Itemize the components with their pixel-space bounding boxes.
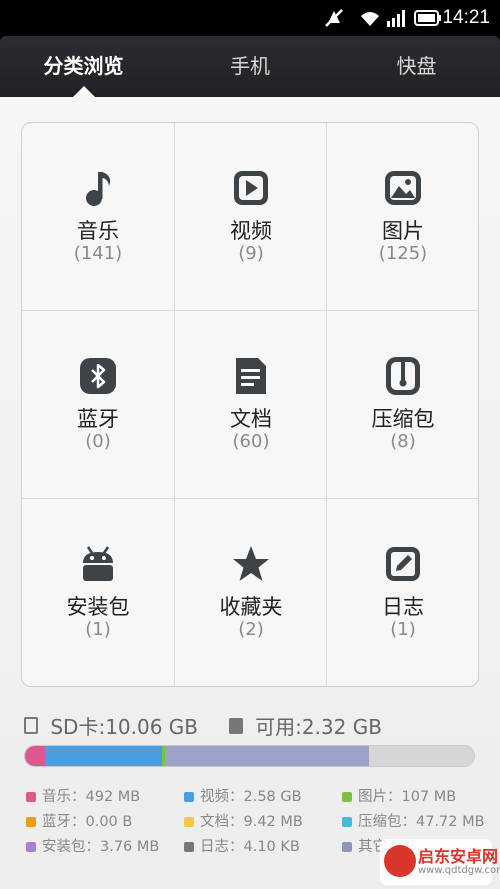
category-log[interactable]: 日志 (1)	[327, 499, 478, 686]
category-count: (125)	[378, 243, 428, 264]
storage-segment	[44, 746, 163, 766]
legend-swatch	[184, 842, 194, 852]
category-count: (1)	[390, 619, 416, 640]
picture-icon	[384, 168, 422, 208]
battery-icon	[414, 8, 442, 32]
legend-item: 文档：9.42 MB	[184, 812, 303, 832]
category-apk[interactable]: 安装包 (1)	[22, 499, 174, 686]
category-label: 图片	[382, 219, 424, 243]
watermark-title: 启东安卓网	[418, 847, 499, 866]
category-archives[interactable]: 压缩包 (8)	[327, 311, 478, 499]
mute-icon	[324, 8, 344, 32]
edit-log-icon	[384, 544, 422, 584]
legend-label: 文档：9.42 MB	[200, 814, 303, 830]
legend-swatch	[184, 792, 194, 802]
storage-summary: SD卡:10.06 GB 可用:2.32 GB	[24, 711, 382, 739]
video-play-icon	[232, 168, 270, 208]
category-pictures[interactable]: 图片 (125)	[327, 123, 478, 311]
sd-card-total: SD卡:10.06 GB	[50, 715, 199, 739]
legend-swatch	[26, 792, 36, 802]
storage-segment	[165, 746, 370, 766]
signal-icon	[386, 8, 408, 32]
legend-swatch	[342, 792, 352, 802]
legend-label: 安装包：3.76 MB	[42, 839, 160, 855]
category-music[interactable]: 音乐 (141)	[22, 123, 174, 311]
legend-label: 蓝牙：0.00 B	[42, 814, 133, 830]
storage-segment	[369, 746, 474, 766]
category-count: (8)	[390, 431, 416, 452]
category-label: 日志	[382, 595, 424, 619]
category-documents[interactable]: 文档 (60)	[175, 311, 327, 499]
wifi-icon	[358, 8, 382, 32]
legend-item: 日志：4.10 KB	[184, 837, 300, 857]
category-count: (9)	[238, 243, 264, 264]
watermark-url: www.qdtdgw.com	[418, 865, 500, 876]
legend-swatch	[26, 817, 36, 827]
category-grid: 音乐 (141) 视频 (9) 图片 (125) 蓝牙 (0) 文档 (60) …	[21, 122, 479, 687]
legend-swatch	[342, 817, 352, 827]
tab-phone[interactable]: 手机	[167, 36, 333, 97]
legend-item: 图片：107 MB	[342, 787, 456, 807]
category-label: 安装包	[66, 595, 130, 619]
status-bar: 14:21	[0, 0, 500, 36]
legend-swatch	[184, 817, 194, 827]
legend-label: 压缩包：47.72 MB	[358, 814, 485, 830]
storage-usage-bar	[24, 745, 475, 767]
music-note-icon	[79, 168, 117, 208]
legend-swatch	[342, 842, 352, 852]
category-label: 压缩包	[371, 407, 435, 431]
category-label: 蓝牙	[77, 407, 119, 431]
storage-segment	[25, 746, 45, 766]
category-video[interactable]: 视频 (9)	[175, 123, 327, 311]
sd-card-available: 可用:2.32 GB	[255, 715, 382, 739]
tab-kuaipan[interactable]: 快盘	[333, 36, 500, 97]
legend-label: 图片：107 MB	[358, 789, 457, 805]
watermark: 启东安卓网 www.qdtdgw.com	[380, 839, 500, 885]
content-area: 音乐 (141) 视频 (9) 图片 (125) 蓝牙 (0) 文档 (60) …	[0, 97, 500, 889]
category-favorites[interactable]: 收藏夹 (2)	[175, 499, 327, 686]
legend-label: 视频：2.58 GB	[200, 789, 302, 805]
legend-item: 音乐：492 MB	[26, 787, 140, 807]
category-count: (141)	[73, 243, 123, 264]
status-time: 14:21	[442, 7, 490, 28]
star-icon	[232, 544, 270, 584]
category-count: (0)	[85, 431, 111, 452]
watermark-logo	[384, 845, 416, 877]
legend-label: 音乐：492 MB	[42, 789, 141, 805]
category-label: 音乐	[77, 219, 119, 243]
android-apk-icon	[79, 544, 117, 584]
category-count: (1)	[85, 619, 111, 640]
category-bluetooth[interactable]: 蓝牙 (0)	[22, 311, 174, 499]
legend-item: 视频：2.58 GB	[184, 787, 302, 807]
zip-archive-icon	[384, 356, 422, 396]
category-label: 文档	[230, 407, 272, 431]
category-count: (2)	[238, 619, 264, 640]
available-storage-icon	[228, 717, 243, 734]
category-count: (60)	[232, 431, 270, 452]
legend-item: 蓝牙：0.00 B	[26, 812, 132, 832]
active-tab-pointer	[73, 86, 95, 97]
sd-card-icon	[24, 717, 38, 734]
document-icon	[232, 356, 270, 396]
category-label: 收藏夹	[219, 595, 283, 619]
legend-label: 日志：4.10 KB	[200, 839, 300, 855]
legend-swatch	[26, 842, 36, 852]
legend-item: 压缩包：47.72 MB	[342, 812, 485, 832]
bluetooth-icon	[79, 356, 117, 396]
category-label: 视频	[230, 219, 272, 243]
legend-item: 安装包：3.76 MB	[26, 837, 159, 857]
